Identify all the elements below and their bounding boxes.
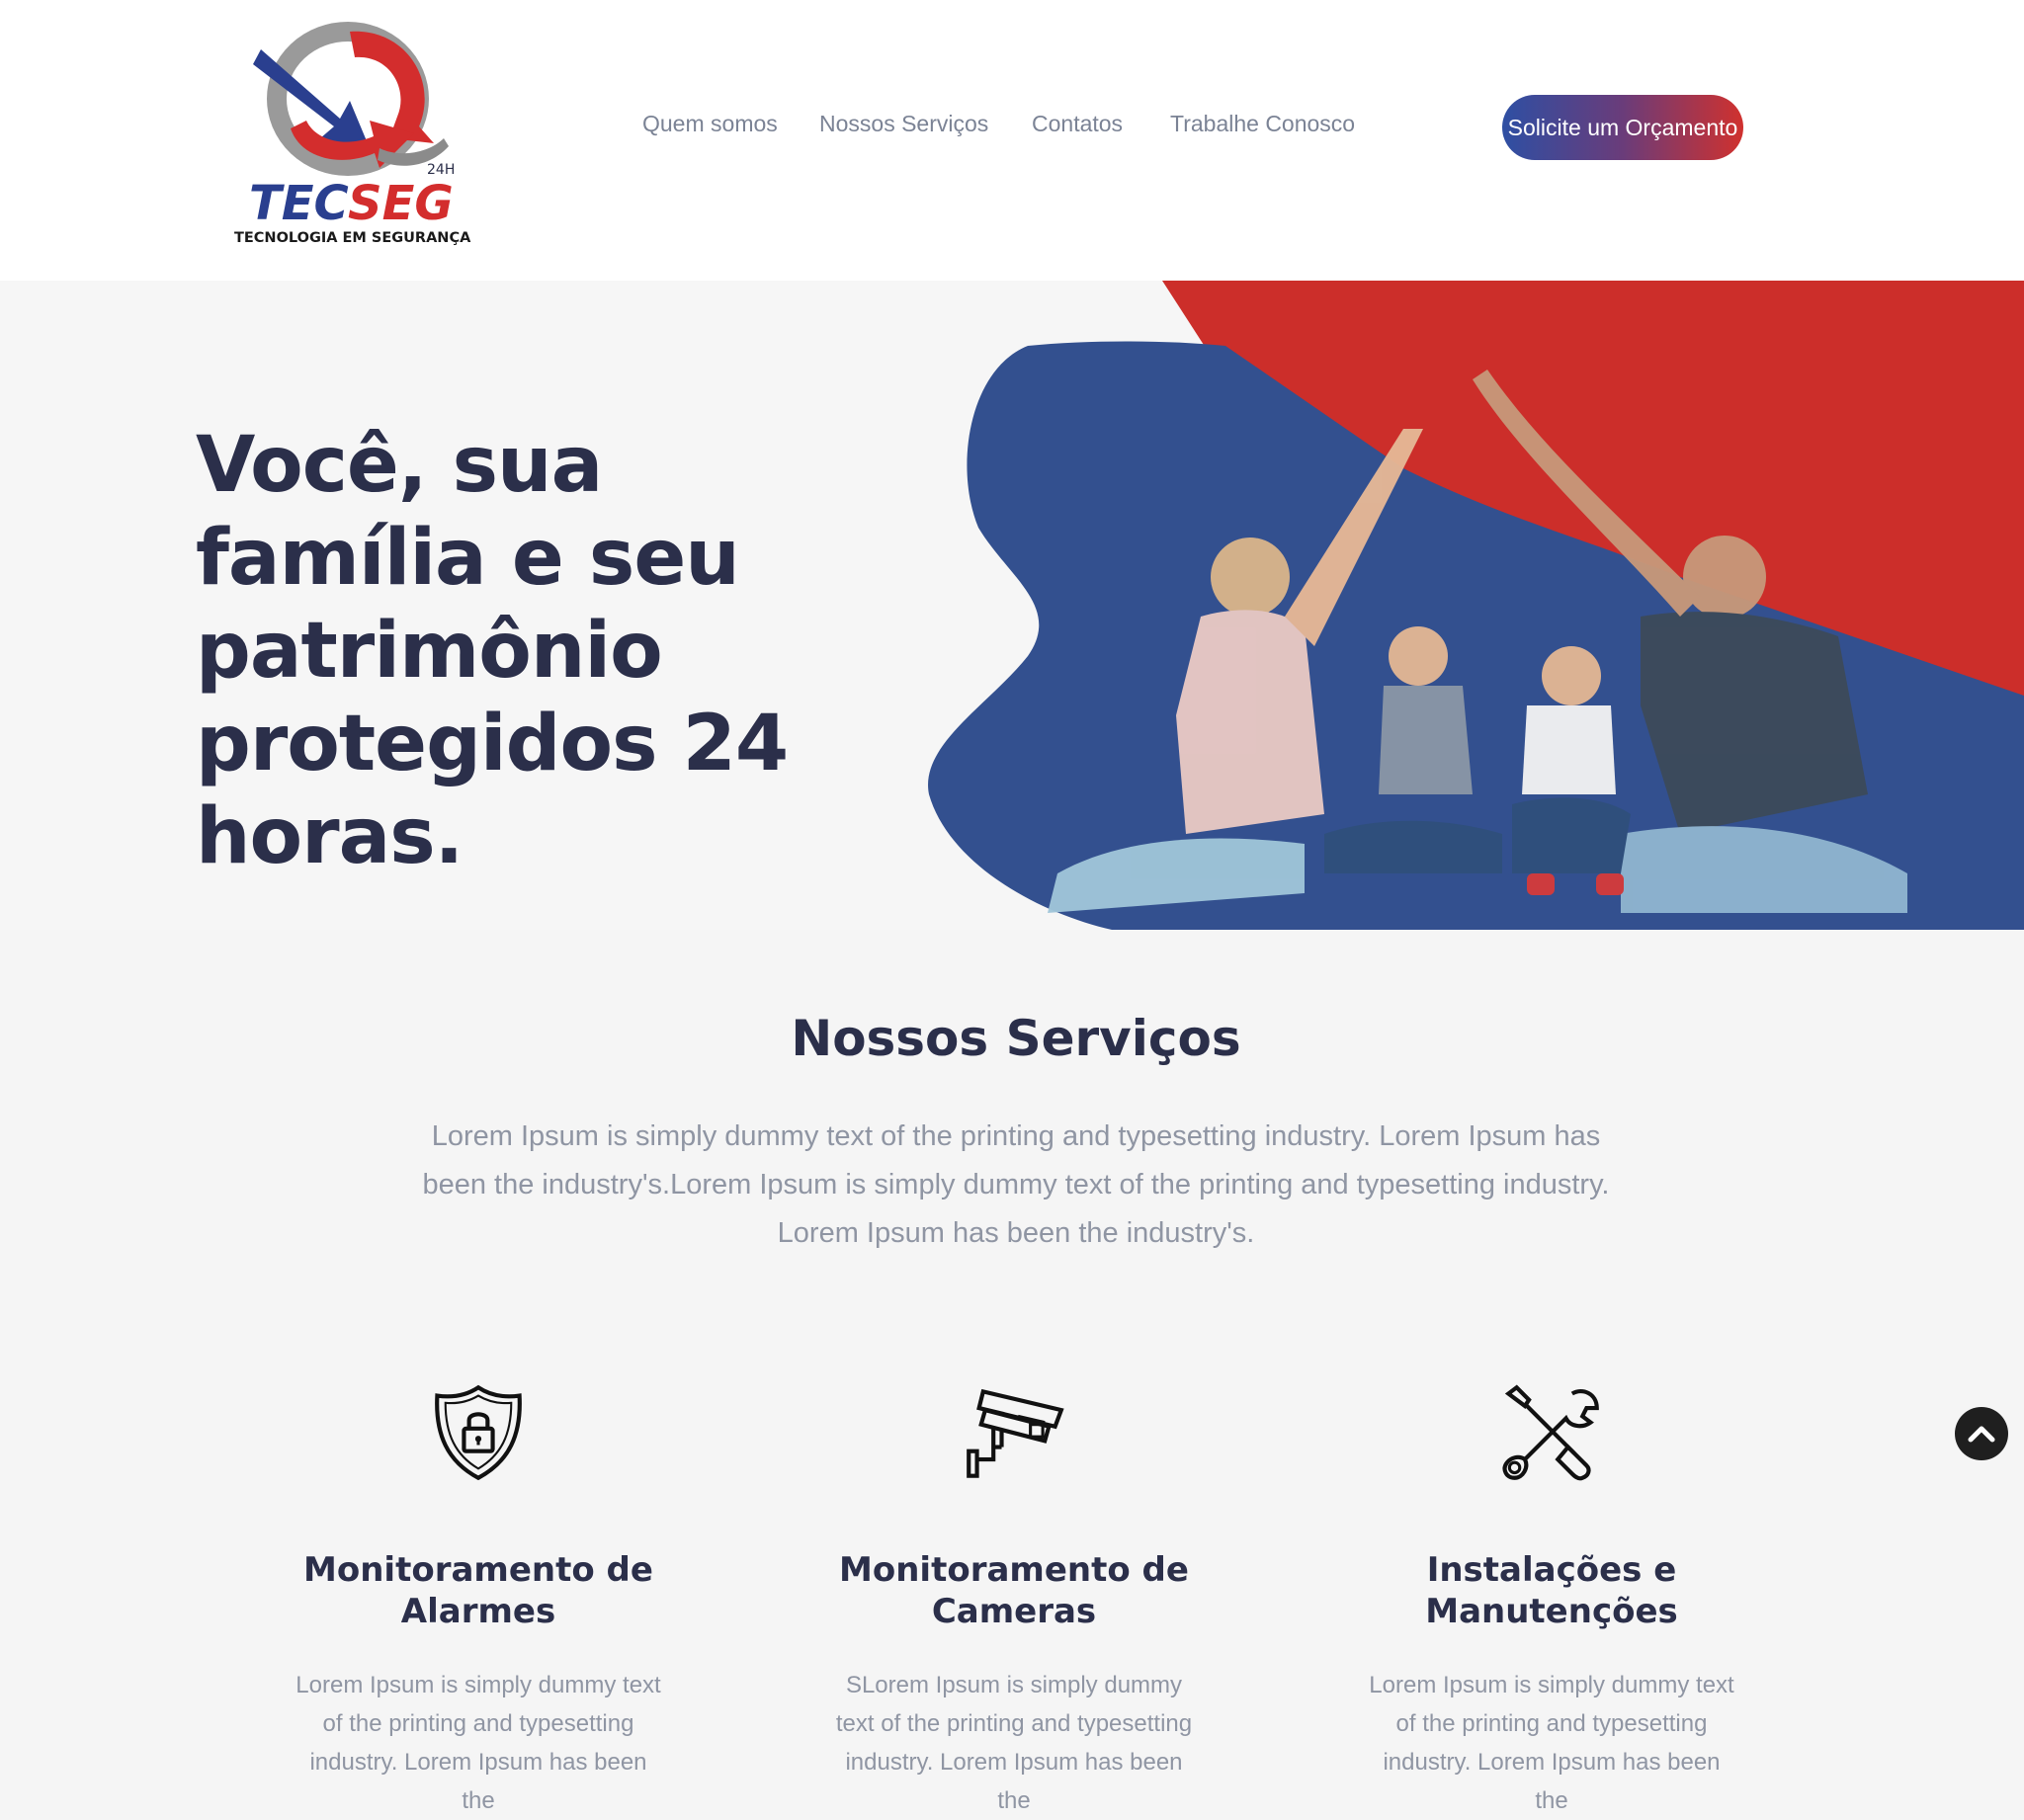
security-camera-icon [967, 1388, 1064, 1478]
service-card-title: Monitoramento de Alarmes [303, 1550, 653, 1631]
hero-section: Você, sua família e seu patrimônio prote… [0, 281, 2024, 930]
service-card-cameras: Monitoramento de Cameras SLorem Ipsum is… [816, 1381, 1212, 1820]
service-card-text: SLorem Ipsum is simply dummy text of the… [835, 1672, 1193, 1814]
request-quote-button[interactable]: Solicite um Orçamento [1502, 95, 1743, 160]
service-card-alarms: Monitoramento de Alarmes Lorem Ipsum is … [281, 1381, 676, 1820]
svg-text:SEG: SEG [348, 176, 454, 231]
service-card-title: Instalações e Manutenções [1425, 1550, 1678, 1631]
nav-link-quem-somos[interactable]: Quem somos [642, 111, 778, 137]
tools-icon [1502, 1384, 1599, 1481]
hero-title: Você, sua família e seu patrimônio prote… [196, 421, 789, 881]
services-title: Nossos Serviços [791, 1010, 1241, 1067]
svg-text:TEC: TEC [249, 176, 349, 231]
service-card-title: Monitoramento de Cameras [839, 1550, 1189, 1631]
chevron-up-icon [1968, 1426, 1995, 1443]
svg-text:TECNOLOGIA EM SEGURANÇA: TECNOLOGIA EM SEGURANÇA [234, 230, 471, 246]
scroll-to-top-button[interactable] [1955, 1407, 2008, 1460]
site-header: 24H TEC SEG TECNOLOGIA EM SEGURANÇA Quem… [0, 0, 2024, 281]
nav-link-contatos[interactable]: Contatos [1032, 111, 1123, 137]
service-card-installations: Instalações e Manutenções Lorem Ipsum is… [1354, 1381, 1749, 1820]
services-description: Lorem Ipsum is simply dummy text of the … [422, 1120, 1610, 1249]
request-quote-label: Solicite um Orçamento [1507, 114, 1738, 140]
service-card-text: Lorem Ipsum is simply dummy text of the … [1369, 1672, 1734, 1814]
shield-lock-icon [435, 1384, 522, 1481]
tecseg-logo[interactable]: 24H TEC SEG TECNOLOGIA EM SEGURANÇA [231, 10, 478, 247]
nav-link-trabalhe-conosco[interactable]: Trabalhe Conosco [1170, 111, 1355, 137]
service-card-text: Lorem Ipsum is simply dummy text of the … [295, 1672, 661, 1814]
tecseg-logo-mark: 24H TEC SEG TECNOLOGIA EM SEGURANÇA [234, 22, 471, 246]
nav-link-nossos-servicos[interactable]: Nossos Serviços [819, 111, 988, 137]
